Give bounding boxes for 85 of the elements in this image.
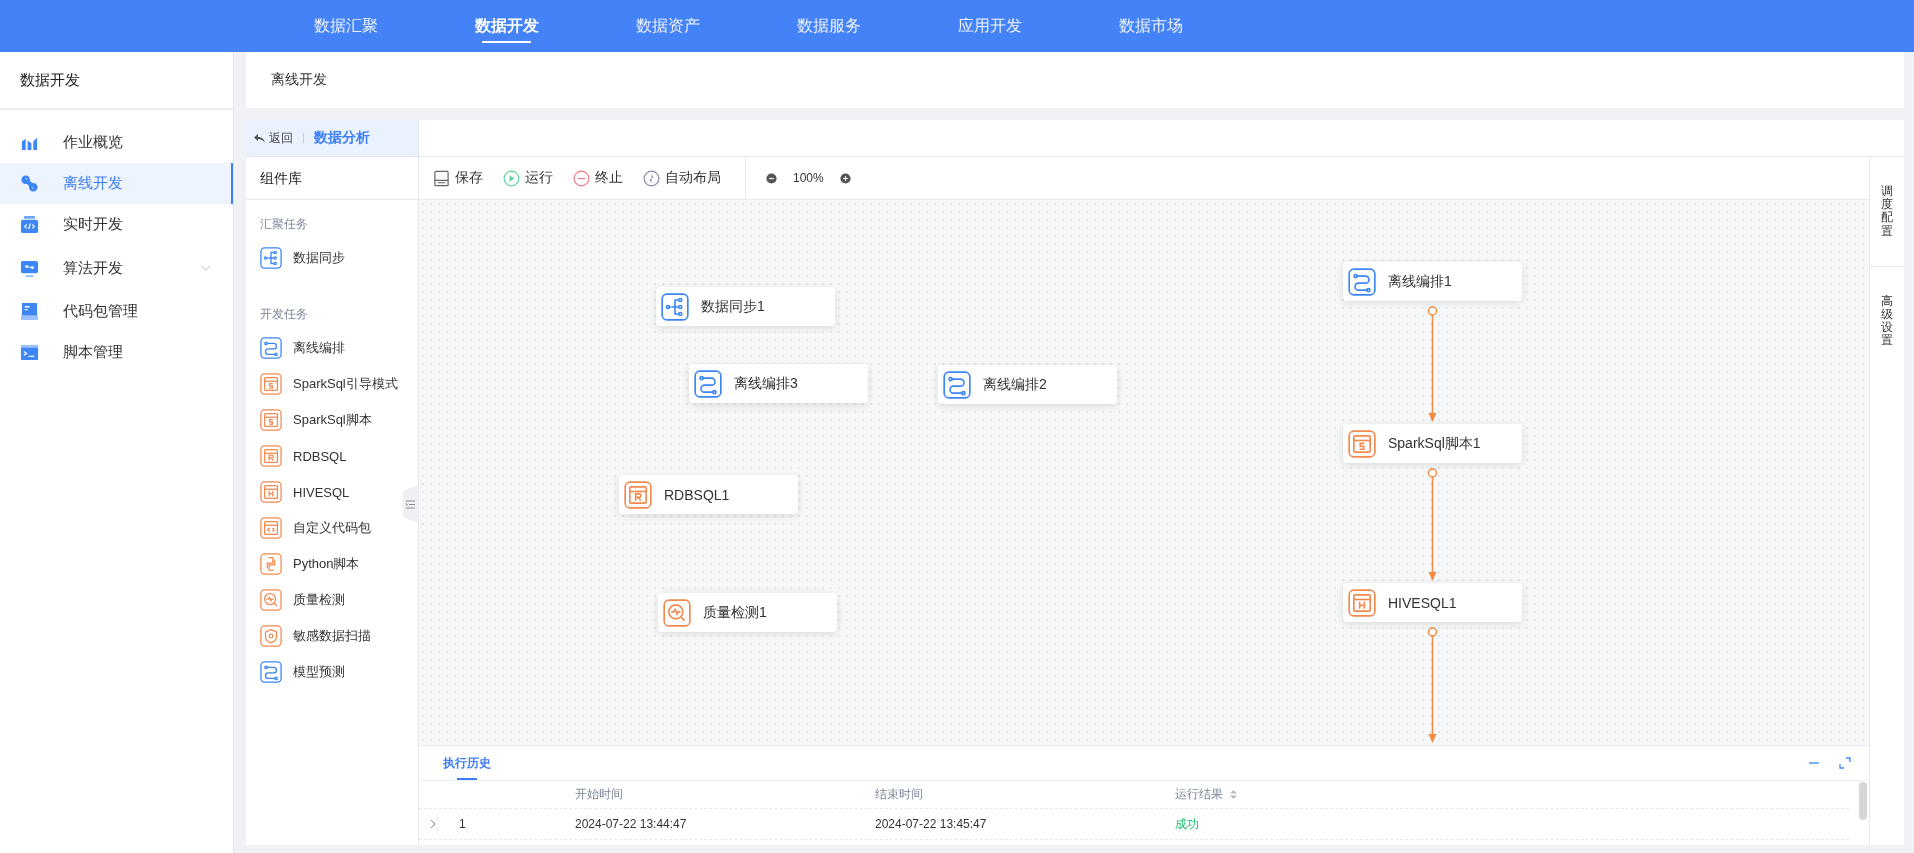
sparksql-icon (260, 373, 282, 395)
component-item[interactable]: SparkSql脚本 (260, 402, 372, 438)
sidebar-item[interactable]: 代码包管理 (0, 291, 233, 332)
model-icon (260, 661, 282, 683)
sidebar-item[interactable]: 离线开发 (0, 163, 233, 204)
component-item[interactable]: 模型预测 (260, 654, 345, 690)
quality-icon (663, 598, 691, 627)
sort-icon[interactable] (1229, 789, 1238, 800)
component-item[interactable]: 质量检测 (260, 582, 345, 618)
back-arrow-icon (254, 133, 265, 143)
expand-row-icon[interactable] (429, 819, 437, 829)
run-button[interactable]: 运行 (503, 169, 553, 187)
sidebar-item[interactable]: 算法开发 (0, 245, 233, 291)
play-icon (503, 169, 520, 187)
group-label: 汇聚任务 (260, 216, 309, 233)
rdbsql-icon (624, 480, 652, 509)
column-header: 开始时间 (575, 786, 624, 803)
sparksql-icon (260, 409, 282, 431)
sparksql-icon (1348, 429, 1376, 458)
stop-button[interactable]: 终止 (573, 169, 623, 187)
layout-icon (643, 169, 660, 187)
panel-title: 数据分析 (314, 129, 370, 147)
task-node[interactable]: 数据同步1 (656, 287, 835, 326)
component-item[interactable]: 离线编排 (260, 330, 345, 366)
python-icon (260, 553, 282, 575)
history-tab[interactable]: 执行历史 (443, 746, 491, 780)
sidebar-item[interactable]: 实时开发 (0, 204, 233, 245)
hivesql-icon (260, 481, 282, 503)
task-node[interactable]: SparkSql脚本1 (1343, 424, 1522, 463)
code-box-icon (20, 215, 39, 234)
save-button[interactable]: 保存 (433, 169, 483, 187)
side-tab[interactable]: 高级设置 (1881, 294, 1893, 348)
orchestrate-icon (694, 369, 722, 398)
orchestrate-icon (260, 337, 282, 359)
task-node[interactable]: 离线编排3 (689, 364, 868, 403)
zoom-in-icon[interactable] (839, 172, 851, 184)
expand-icon[interactable] (1839, 757, 1851, 769)
task-node[interactable]: 离线编排2 (938, 365, 1117, 404)
column-header: 结束时间 (875, 786, 924, 803)
nav-tab[interactable]: 数据开发 (426, 0, 587, 52)
breadcrumb: 离线开发 (271, 71, 327, 89)
layout-button[interactable]: 自动布局 (643, 169, 721, 187)
link-icon (20, 174, 39, 193)
column-header[interactable]: 运行结果 (1175, 786, 1849, 803)
task-node[interactable]: HIVESQL1 (1343, 583, 1522, 622)
chevron-down-icon[interactable] (200, 264, 211, 272)
component-library-title: 组件库 (246, 157, 418, 200)
table-cell: 2024-07-22 13:44:47 (575, 817, 687, 831)
component-item[interactable]: HIVESQL (260, 474, 350, 510)
custom-icon (260, 517, 282, 539)
zoom-out-icon[interactable] (766, 172, 777, 184)
task-node[interactable]: RDBSQL1 (619, 475, 798, 514)
component-item[interactable]: RDBSQL (260, 438, 347, 474)
sidebar-item[interactable]: 作业概览 (0, 122, 233, 163)
component-item[interactable]: Python脚本 (260, 546, 360, 582)
component-item[interactable]: 自定义代码包 (260, 510, 371, 546)
table-cell: 1 (459, 817, 466, 831)
scrollbar[interactable] (1859, 782, 1867, 820)
status-text: 成功 (1175, 815, 1199, 833)
list-icon (406, 499, 415, 509)
terminal-icon (20, 343, 39, 362)
component-item[interactable]: 数据同步 (260, 240, 345, 276)
component-item[interactable]: 敏感数据扫描 (260, 618, 371, 654)
sync-icon (661, 292, 689, 321)
zoom-level: 100% (793, 171, 824, 185)
table-cell: 2024-07-22 13:45:47 (875, 817, 987, 831)
component-item[interactable]: SparkSql引导模式 (260, 366, 398, 402)
quality-icon (260, 589, 282, 611)
hivesql-icon (1348, 588, 1376, 617)
task-node[interactable]: 离线编排1 (1343, 262, 1522, 301)
sync-icon (260, 247, 282, 269)
save-icon (433, 169, 450, 187)
sidebar-title: 数据开发 (0, 52, 233, 110)
monitor-icon (20, 258, 39, 278)
inbox-icon (20, 302, 39, 321)
sidebar-item[interactable]: 脚本管理 (0, 332, 233, 373)
back-button[interactable]: 返回 (254, 129, 293, 147)
orchestrate-icon (943, 370, 971, 399)
sensitive-icon (260, 625, 282, 647)
minus-circle-icon (573, 169, 590, 187)
rdbsql-icon (260, 445, 282, 467)
group-label: 开发任务 (260, 306, 309, 323)
side-tab[interactable]: 调度配置 (1881, 185, 1893, 238)
task-node[interactable]: 质量检测1 (658, 593, 837, 632)
orchestrate-icon (1348, 267, 1376, 296)
